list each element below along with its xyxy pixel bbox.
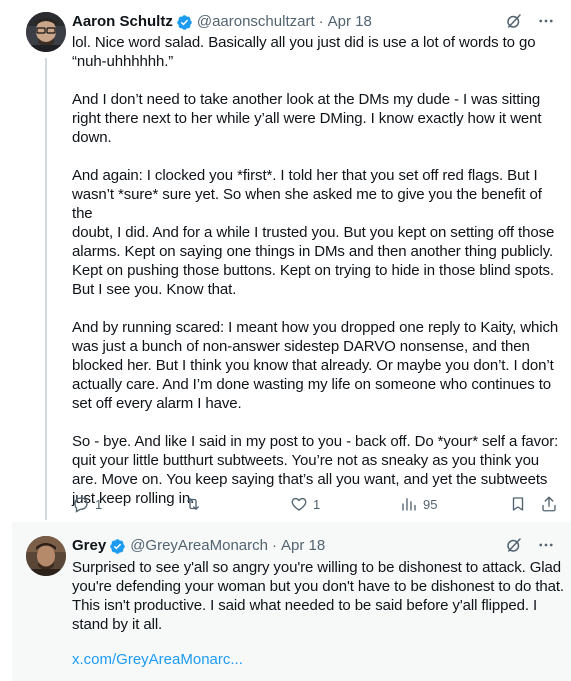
verified-badge-icon bbox=[176, 14, 193, 31]
like-count: 1 bbox=[313, 496, 321, 512]
timestamp[interactable]: Apr 18 bbox=[328, 12, 372, 32]
share-button[interactable] bbox=[540, 494, 558, 514]
handle[interactable]: @aaronschultzart bbox=[197, 12, 315, 32]
handle[interactable]: @GreyAreaMonarch bbox=[130, 536, 268, 556]
share-icon bbox=[540, 495, 558, 513]
like-button[interactable]: 1 bbox=[290, 494, 320, 514]
reply-button[interactable]: 1 bbox=[72, 494, 102, 514]
verified-badge-icon bbox=[109, 538, 126, 555]
tweet-action-bar: 1 1 95 bbox=[72, 494, 562, 514]
more-icon[interactable] bbox=[537, 12, 555, 30]
tweet-top-actions bbox=[505, 536, 555, 554]
tweet-header: Aaron Schultz @aaronschultzart · Apr 18 bbox=[72, 12, 372, 32]
separator-dot: · bbox=[318, 13, 324, 30]
tweet-grey[interactable]: Grey @GreyAreaMonarch · Apr 18 Surprised… bbox=[12, 522, 571, 681]
display-name[interactable]: Aaron Schultz bbox=[72, 12, 173, 32]
display-name[interactable]: Grey bbox=[72, 536, 106, 556]
grok-icon[interactable] bbox=[505, 12, 523, 30]
views-button[interactable]: 95 bbox=[400, 494, 437, 514]
bookmark-button[interactable] bbox=[509, 494, 527, 514]
tweet-aaron-schultz[interactable]: Aaron Schultz @aaronschultzart · Apr 18 … bbox=[0, 0, 571, 520]
reply-count: 1 bbox=[95, 496, 103, 512]
thread-connector-line bbox=[45, 58, 47, 520]
avatar[interactable] bbox=[26, 536, 66, 576]
retweet-icon bbox=[184, 495, 202, 513]
tweet-header: Grey @GreyAreaMonarch · Apr 18 bbox=[72, 536, 325, 556]
views-icon bbox=[400, 495, 418, 513]
separator-dot: · bbox=[271, 537, 277, 554]
reply-icon bbox=[72, 495, 90, 513]
timestamp[interactable]: Apr 18 bbox=[281, 536, 325, 556]
tweet-text: Surprised to see y'all so angry you're w… bbox=[72, 559, 565, 633]
avatar[interactable] bbox=[26, 12, 66, 52]
tweet-link[interactable]: x.com/GreyAreaMonarc... bbox=[72, 650, 243, 669]
more-icon[interactable] bbox=[537, 536, 555, 554]
retweet-button[interactable] bbox=[184, 494, 207, 514]
like-icon bbox=[290, 495, 308, 513]
grok-icon[interactable] bbox=[505, 536, 523, 554]
views-count: 95 bbox=[423, 496, 438, 512]
tweet-text: lol. Nice word salad. Basically all you … bbox=[72, 34, 559, 507]
tweet-top-actions bbox=[505, 12, 555, 30]
bookmark-icon bbox=[509, 495, 527, 513]
